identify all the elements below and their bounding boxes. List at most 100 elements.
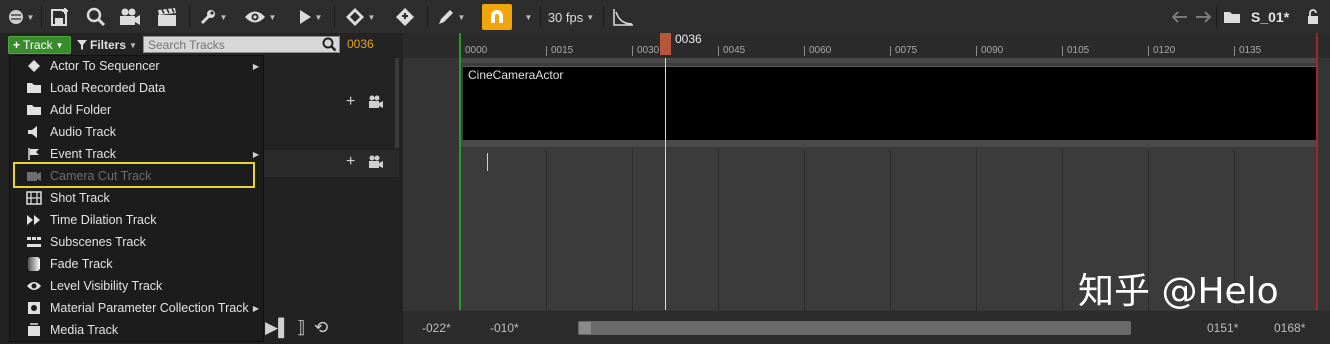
search-icon[interactable] xyxy=(322,37,337,57)
ruler-tick-label: 0030 xyxy=(637,45,660,56)
fps-dropdown[interactable]: 30 fps ▼ xyxy=(546,4,596,30)
save-icon[interactable] xyxy=(48,4,72,30)
magnet-icon[interactable] xyxy=(482,4,512,30)
timeline-scrollbar[interactable] xyxy=(578,321,1131,335)
view-start-label[interactable]: -022* xyxy=(422,321,451,335)
menu-item-material-parameter-collection-track[interactable]: Material Parameter Collection Track ▶ xyxy=(10,297,263,319)
key-diamond-icon[interactable]: ▼ xyxy=(342,4,378,30)
fps-label: 30 fps xyxy=(547,9,584,25)
camera-icon[interactable] xyxy=(368,95,384,114)
event-flag-icon xyxy=(24,146,44,162)
grid-line xyxy=(546,150,547,310)
menu-item-actor-to-sequencer[interactable]: Actor To Sequencer ▶ xyxy=(10,55,263,77)
snap-options-icon[interactable]: ▼ xyxy=(518,4,536,30)
current-frame-readout[interactable]: 0036 xyxy=(347,37,374,51)
lock-icon[interactable] xyxy=(1303,4,1323,30)
menu-item-audio-track[interactable]: Audio Track xyxy=(10,121,263,143)
playback-controls: ▶▌ ⟧ ⟲ xyxy=(265,318,328,338)
loop-icon[interactable]: ⟲ xyxy=(314,318,328,337)
search-tracks-input[interactable] xyxy=(143,36,340,53)
grid-line xyxy=(890,150,891,310)
time-ruler[interactable] xyxy=(403,33,1330,58)
eye-icon[interactable]: ▼ xyxy=(242,4,278,30)
sequence-name[interactable]: S_01* xyxy=(1251,4,1289,30)
panel-scrollbar[interactable] xyxy=(395,58,399,148)
media-icon xyxy=(24,322,44,338)
submenu-arrow-icon: ▶ xyxy=(252,303,259,313)
submenu-arrow-icon: ▶ xyxy=(252,149,259,159)
sequence-name-label: S_01* xyxy=(1251,9,1290,25)
menu-item-fade-track[interactable]: Fade Track xyxy=(10,253,263,275)
work-end-label[interactable]: 0151* xyxy=(1207,321,1238,335)
playback-end-marker[interactable] xyxy=(1316,33,1318,310)
filters-button[interactable]: Filters ▼ xyxy=(77,36,137,54)
filter-icon xyxy=(77,40,87,50)
ruler-tick xyxy=(890,46,891,56)
text-cursor xyxy=(487,153,488,171)
camera-actor-label: CineCameraActor xyxy=(468,68,564,82)
camera-icon[interactable] xyxy=(368,155,384,174)
menu-item-load-recorded-data[interactable]: Load Recorded Data xyxy=(10,77,263,99)
menu-item-subscenes-track[interactable]: Subscenes Track xyxy=(10,231,263,253)
playback-start-marker[interactable] xyxy=(459,33,461,310)
menu-item-time-dilation-track[interactable]: Time Dilation Track xyxy=(10,209,263,231)
track-lane-separator xyxy=(460,140,1318,147)
ruler-tick xyxy=(1148,46,1149,56)
menu-item-label: Level Visibility Track xyxy=(50,279,163,293)
add-icon[interactable]: + xyxy=(346,153,355,171)
grid-line xyxy=(804,150,805,310)
filters-label: Filters xyxy=(90,38,127,52)
chevron-down-icon: ▼ xyxy=(129,40,137,50)
playhead-handle[interactable] xyxy=(660,33,671,55)
menu-item-label: Shot Track xyxy=(50,191,110,205)
add-track-label: Track xyxy=(23,38,53,52)
range-end-icon[interactable]: ⟧ xyxy=(297,318,305,337)
step-to-end-icon[interactable]: ▶▌ xyxy=(265,318,290,337)
subscenes-icon xyxy=(24,234,44,250)
grid-line xyxy=(976,150,977,310)
menu-item-level-visibility-track[interactable]: Level Visibility Track xyxy=(10,275,263,297)
scrollbar-handle[interactable] xyxy=(579,322,591,334)
menu-item-label: Subscenes Track xyxy=(50,235,146,249)
menu-item-label: Load Recorded Data xyxy=(50,81,166,95)
menu-item-add-folder[interactable]: Add Folder xyxy=(10,99,263,121)
ruler-tick-label: 0015 xyxy=(551,45,574,56)
annotation-highlight-box xyxy=(13,162,255,188)
camera-actor-section[interactable] xyxy=(463,66,1316,140)
menu-item-shot-track[interactable]: Shot Track xyxy=(10,187,263,209)
key-icon[interactable] xyxy=(393,4,417,30)
search-icon[interactable] xyxy=(84,4,108,30)
curve-icon[interactable] xyxy=(610,4,636,30)
add-track-button[interactable]: + Track ▼ xyxy=(8,36,71,54)
menu-item-label: Media Track xyxy=(50,323,119,337)
forward-icon[interactable] xyxy=(1193,4,1213,30)
ruler-tick xyxy=(1062,46,1063,56)
camera-icon[interactable] xyxy=(117,4,143,30)
playhead-line[interactable] xyxy=(665,58,666,310)
ruler-tick xyxy=(1234,46,1235,56)
toolbar: ▼ ▼ ▼ ▼ ▼ ▼ ▼ 30 fps ▼ S_01* xyxy=(0,0,1330,34)
audio-icon xyxy=(24,124,44,140)
wrench-icon[interactable]: ▼ xyxy=(196,4,230,30)
view-end-label[interactable]: 0168* xyxy=(1274,321,1305,335)
clapper-icon[interactable] xyxy=(154,4,180,30)
menu-item-label: Add Folder xyxy=(50,103,112,117)
add-icon[interactable]: + xyxy=(346,93,355,111)
ruler-tick-label: 0090 xyxy=(981,45,1004,56)
grid-line xyxy=(632,150,633,310)
time-dilation-icon xyxy=(24,212,44,228)
ruler-tick xyxy=(804,46,805,56)
ruler-tick-label: 0105 xyxy=(1067,45,1090,56)
folder-icon[interactable] xyxy=(1221,4,1243,30)
submenu-arrow-icon: ▶ xyxy=(252,61,259,71)
ruler-tick xyxy=(546,46,547,56)
world-icon[interactable]: ▼ xyxy=(6,4,36,30)
play-icon[interactable]: ▼ xyxy=(294,4,326,30)
pencil-icon[interactable]: ▼ xyxy=(433,4,469,30)
chevron-down-icon: ▼ xyxy=(55,40,64,50)
menu-item-media-track[interactable]: Media Track xyxy=(10,319,263,341)
work-start-label[interactable]: -010* xyxy=(490,321,519,335)
back-icon[interactable] xyxy=(1170,4,1190,30)
menu-item-label: Fade Track xyxy=(50,257,113,271)
plus-icon: + xyxy=(13,38,21,52)
